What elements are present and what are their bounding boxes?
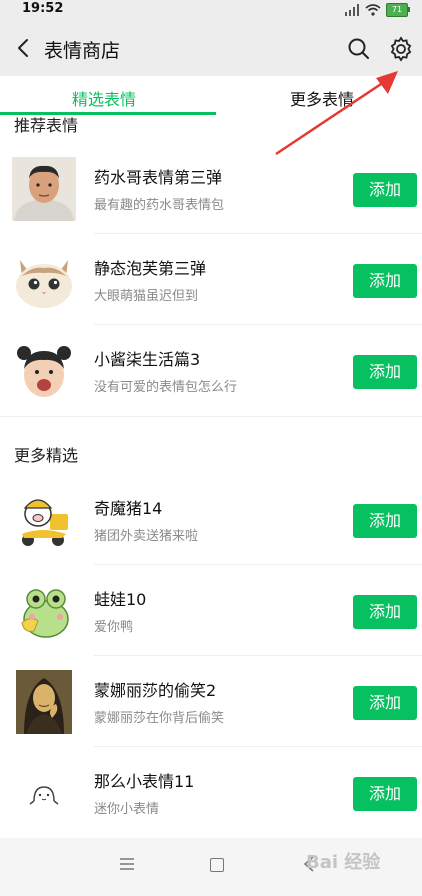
tab-bar: 精选表情 更多表情 <box>0 76 422 117</box>
status-bar: 19:52 71 <box>0 0 422 20</box>
sticker-name: 那么小表情11 <box>94 772 195 791</box>
signal-icon <box>345 4 359 16</box>
sticker-thumbnail-tiny-face <box>29 786 59 805</box>
status-icons: 71 <box>344 3 410 17</box>
battery-icon: 71 <box>386 3 410 17</box>
menu-icon[interactable] <box>120 858 134 870</box>
sticker-thumbnail-cat <box>16 260 72 308</box>
sticker-thumbnail-man <box>12 157 76 221</box>
search-icon[interactable] <box>345 35 373 63</box>
page-title: 表情商店 <box>44 40 121 62</box>
sticker-thumbnail-girl <box>17 346 71 397</box>
list-item[interactable]: 那么小表情11 迷你小表情 添加 <box>0 747 422 838</box>
sticker-thumbnail-frog <box>21 589 69 638</box>
home-icon[interactable] <box>210 858 224 872</box>
sticker-thumbnail-pig-courier <box>22 499 68 546</box>
wifi-icon <box>365 4 381 16</box>
sticker-description: 猪团外卖送猪来啦 <box>94 529 199 544</box>
sticker-description: 迷你小表情 <box>94 802 160 817</box>
list-item[interactable]: 静态泡芙第三弹 大眼萌猫虽迟但到 添加 <box>0 234 422 325</box>
sticker-name: 奇魔猪14 <box>94 499 163 518</box>
sticker-description: 最有趣的药水哥表情包 <box>94 198 225 213</box>
back-arrow-icon[interactable] <box>10 34 38 62</box>
tab-featured-stickers[interactable]: 精选表情 <box>72 86 136 110</box>
section-divider <box>0 416 422 417</box>
add-button[interactable]: 添加 <box>353 355 417 389</box>
sticker-name: 小酱柒生活篇3 <box>94 350 201 369</box>
status-time: 19:52 <box>22 1 64 16</box>
sticker-name: 静态泡芙第三弹 <box>94 259 207 278</box>
sticker-description: 蒙娜丽莎在你背后偷笑 <box>94 711 225 726</box>
list-item[interactable]: 蛙娃10 爱你鸭 添加 <box>0 565 422 656</box>
add-button[interactable]: 添加 <box>353 264 417 298</box>
section-title-more-picks: 更多精选 <box>14 446 79 465</box>
tab-active-indicator <box>0 112 216 115</box>
gear-icon[interactable] <box>386 34 416 64</box>
sticker-name: 药水哥表情第三弹 <box>94 168 223 187</box>
sticker-thumbnail-mona-lisa <box>16 670 72 734</box>
section-title-recommended: 推荐表情 <box>14 116 79 135</box>
sticker-description: 爱你鸭 <box>94 620 134 635</box>
sticker-name: 蒙娜丽莎的偷笑2 <box>94 681 217 700</box>
list-item[interactable]: 蒙娜丽莎的偷笑2 蒙娜丽莎在你背后偷笑 添加 <box>0 656 422 747</box>
add-button[interactable]: 添加 <box>353 504 417 538</box>
add-button[interactable]: 添加 <box>353 173 417 207</box>
sticker-list[interactable]: 推荐表情 药水哥表情第三弹 最有趣的药水哥表情包 添加 静态泡芙第三弹 大眼萌猫… <box>0 116 422 838</box>
add-button[interactable]: 添加 <box>353 686 417 720</box>
sticker-description: 大眼萌猫虽迟但到 <box>94 289 199 304</box>
add-button[interactable]: 添加 <box>353 595 417 629</box>
header: 表情商店 <box>0 20 422 76</box>
sticker-description: 没有可爱的表情包怎么行 <box>94 380 238 395</box>
tab-more-stickers[interactable]: 更多表情 <box>290 86 354 110</box>
baidu-watermark: Bai 经验 <box>306 852 381 873</box>
list-item[interactable]: 小酱柒生活篇3 没有可爱的表情包怎么行 添加 <box>0 325 422 416</box>
list-item[interactable]: 药水哥表情第三弹 最有趣的药水哥表情包 添加 <box>0 143 422 234</box>
sticker-name: 蛙娃10 <box>94 590 147 609</box>
add-button[interactable]: 添加 <box>353 777 417 811</box>
list-item[interactable]: 奇魔猪14 猪团外卖送猪来啦 添加 <box>0 474 422 565</box>
